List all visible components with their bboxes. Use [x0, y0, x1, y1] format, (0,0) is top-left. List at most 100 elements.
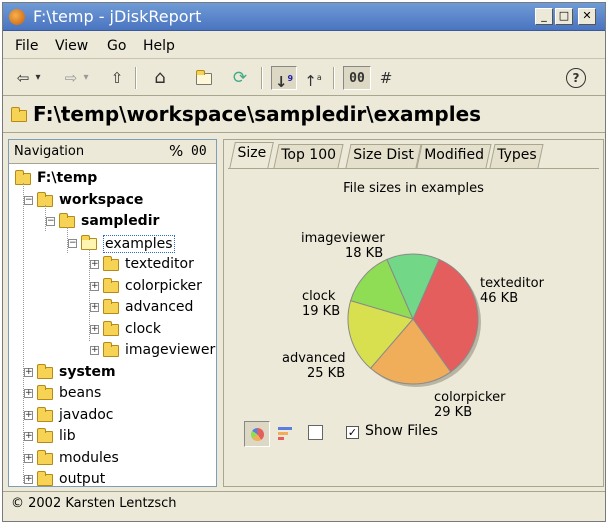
tree-item[interactable]: + imageviewer	[9, 341, 216, 361]
slice-label-colorpicker: colorpicker 29 KB	[434, 390, 506, 420]
tree-item[interactable]: + system	[9, 363, 216, 383]
folder-icon	[103, 320, 119, 336]
navigation-header: Navigation % 00	[9, 140, 216, 164]
folder-icon	[103, 342, 119, 357]
expand-toggle-icon[interactable]: +	[24, 389, 33, 398]
show-files-label[interactable]: Show Files	[365, 423, 438, 439]
forward-icon[interactable]: ⇨	[61, 66, 81, 90]
back-dropdown-icon[interactable]: ▾	[33, 66, 43, 90]
forward-dropdown-icon[interactable]: ▾	[81, 66, 91, 90]
pie-chart[interactable]	[228, 209, 599, 449]
menu-go[interactable]: Go	[107, 38, 126, 54]
tab-modified[interactable]: Modified	[416, 144, 492, 168]
zeros-toggle[interactable]: 00	[191, 144, 207, 159]
menu-bar: File View Go Help	[3, 33, 605, 59]
tree-item[interactable]: + advanced	[9, 298, 216, 318]
show-files-checkbox[interactable]: ✓	[346, 426, 359, 439]
copyright-text: © 2002 Karsten Lentzsch	[11, 496, 177, 511]
tree-item[interactable]: + texteditor	[9, 255, 216, 275]
tree-item[interactable]: − examples	[9, 234, 216, 254]
menu-help[interactable]: Help	[143, 38, 175, 54]
tree-item-label: sampledir	[81, 213, 160, 229]
toolbar-separator	[135, 67, 137, 89]
expand-toggle-icon[interactable]: +	[24, 432, 33, 441]
tree-guide-line	[23, 183, 24, 483]
folder-icon	[103, 299, 119, 314]
pie-view-icon[interactable]	[244, 421, 270, 447]
bar-view-icon[interactable]	[278, 425, 294, 441]
navigation-panel: Navigation % 00 F:\temp − workspace − sample…	[8, 139, 217, 487]
tree-item[interactable]: + beans	[9, 384, 216, 404]
chart-title: File sizes in examples	[343, 181, 484, 196]
tree-item-label: system	[59, 363, 116, 380]
tab-top-100[interactable]: Top 100	[273, 144, 344, 168]
report-panel: Size Top 100 Size Dist Modified Types Fi…	[223, 139, 604, 487]
tree-item[interactable]: + colorpicker	[9, 277, 216, 297]
expand-toggle-icon[interactable]: −	[46, 217, 55, 226]
expand-toggle-icon[interactable]: +	[90, 346, 99, 355]
folder-icon	[37, 449, 53, 465]
tree-guide-line	[89, 249, 90, 341]
tree-item-label: clock	[125, 320, 161, 337]
up-icon[interactable]: ⇧	[107, 66, 127, 90]
tree-item-label: workspace	[59, 191, 144, 208]
percent-toggle[interactable]: %	[169, 142, 183, 160]
refresh-icon[interactable]: ⟳	[229, 66, 251, 90]
menu-view[interactable]: View	[55, 38, 88, 54]
expand-toggle-icon[interactable]: +	[90, 260, 99, 269]
tree-item[interactable]: − sampledir	[9, 212, 216, 232]
path-bar: F:\temp\workspace\sampledir\examples	[3, 97, 605, 133]
title-bar[interactable]: F:\temp - jDiskReport _ □ ✕	[3, 3, 605, 31]
app-icon	[9, 9, 25, 25]
tab-size-dist[interactable]: Size Dist	[345, 144, 422, 168]
tree-item[interactable]: + clock	[9, 320, 216, 340]
maximize-button[interactable]: □	[555, 8, 573, 25]
expand-toggle-icon[interactable]: +	[90, 281, 99, 291]
menu-file[interactable]: File	[15, 38, 38, 54]
expand-toggle-icon[interactable]: +	[90, 324, 99, 334]
expand-toggle-icon[interactable]: −	[24, 195, 33, 205]
sort-by-name-icon[interactable]: ↑a	[301, 66, 325, 90]
show-zeros-icon[interactable]: 00	[343, 66, 371, 90]
sort-by-size-icon[interactable]: ↓9	[271, 66, 297, 91]
folder-tree[interactable]: F:\temp − workspace − sampledir − examples + tex…	[9, 165, 216, 487]
toolbar-separator	[261, 67, 263, 89]
hash-icon[interactable]: #	[375, 66, 397, 90]
expand-toggle-icon[interactable]: +	[24, 475, 33, 484]
current-path: F:\temp\workspace\sampledir\examples	[33, 102, 482, 126]
tree-item-label: texteditor	[125, 256, 194, 272]
folder-icon	[103, 256, 119, 271]
tree-item[interactable]: + javadoc	[9, 406, 216, 426]
close-button[interactable]: ✕	[578, 8, 596, 25]
tree-item-label: examples	[103, 234, 175, 253]
tab-types[interactable]: Types	[489, 144, 545, 168]
home-icon[interactable]: ⌂	[149, 66, 171, 90]
tree-item[interactable]: + lib	[9, 427, 216, 447]
app-window: F:\temp - jDiskReport _ □ ✕ File View Go…	[2, 2, 606, 522]
folder-icon	[37, 363, 53, 379]
folder-icon	[11, 107, 27, 122]
folder-icon	[103, 277, 119, 293]
open-folder-icon[interactable]	[193, 66, 215, 90]
expand-toggle-icon[interactable]: +	[24, 367, 33, 377]
table-view-icon[interactable]	[308, 425, 323, 440]
tree-item[interactable]: + output	[9, 470, 216, 490]
expand-toggle-icon[interactable]: −	[68, 238, 77, 248]
window-title: F:\temp - jDiskReport	[33, 7, 202, 26]
navigation-title: Navigation	[14, 144, 85, 159]
tree-item-label: colorpicker	[125, 277, 202, 294]
tree-item[interactable]: + modules	[9, 449, 216, 469]
tab-size[interactable]: Size	[229, 142, 274, 169]
folder-icon	[81, 234, 97, 250]
tree-item[interactable]: F:\temp	[9, 169, 216, 189]
minimize-button[interactable]: _	[535, 8, 553, 25]
tree-item-label: F:\temp	[37, 170, 98, 186]
expand-toggle-icon[interactable]: +	[24, 410, 33, 420]
expand-toggle-icon[interactable]: +	[90, 303, 99, 312]
expand-toggle-icon[interactable]: +	[24, 453, 33, 463]
tree-item[interactable]: − workspace	[9, 191, 216, 211]
back-icon[interactable]: ⇦	[13, 66, 33, 90]
slice-label-imageviewer: imageviewer 18 KB	[301, 231, 385, 261]
help-icon[interactable]: ?	[566, 68, 586, 88]
tree-item-label: imageviewer	[125, 342, 216, 358]
